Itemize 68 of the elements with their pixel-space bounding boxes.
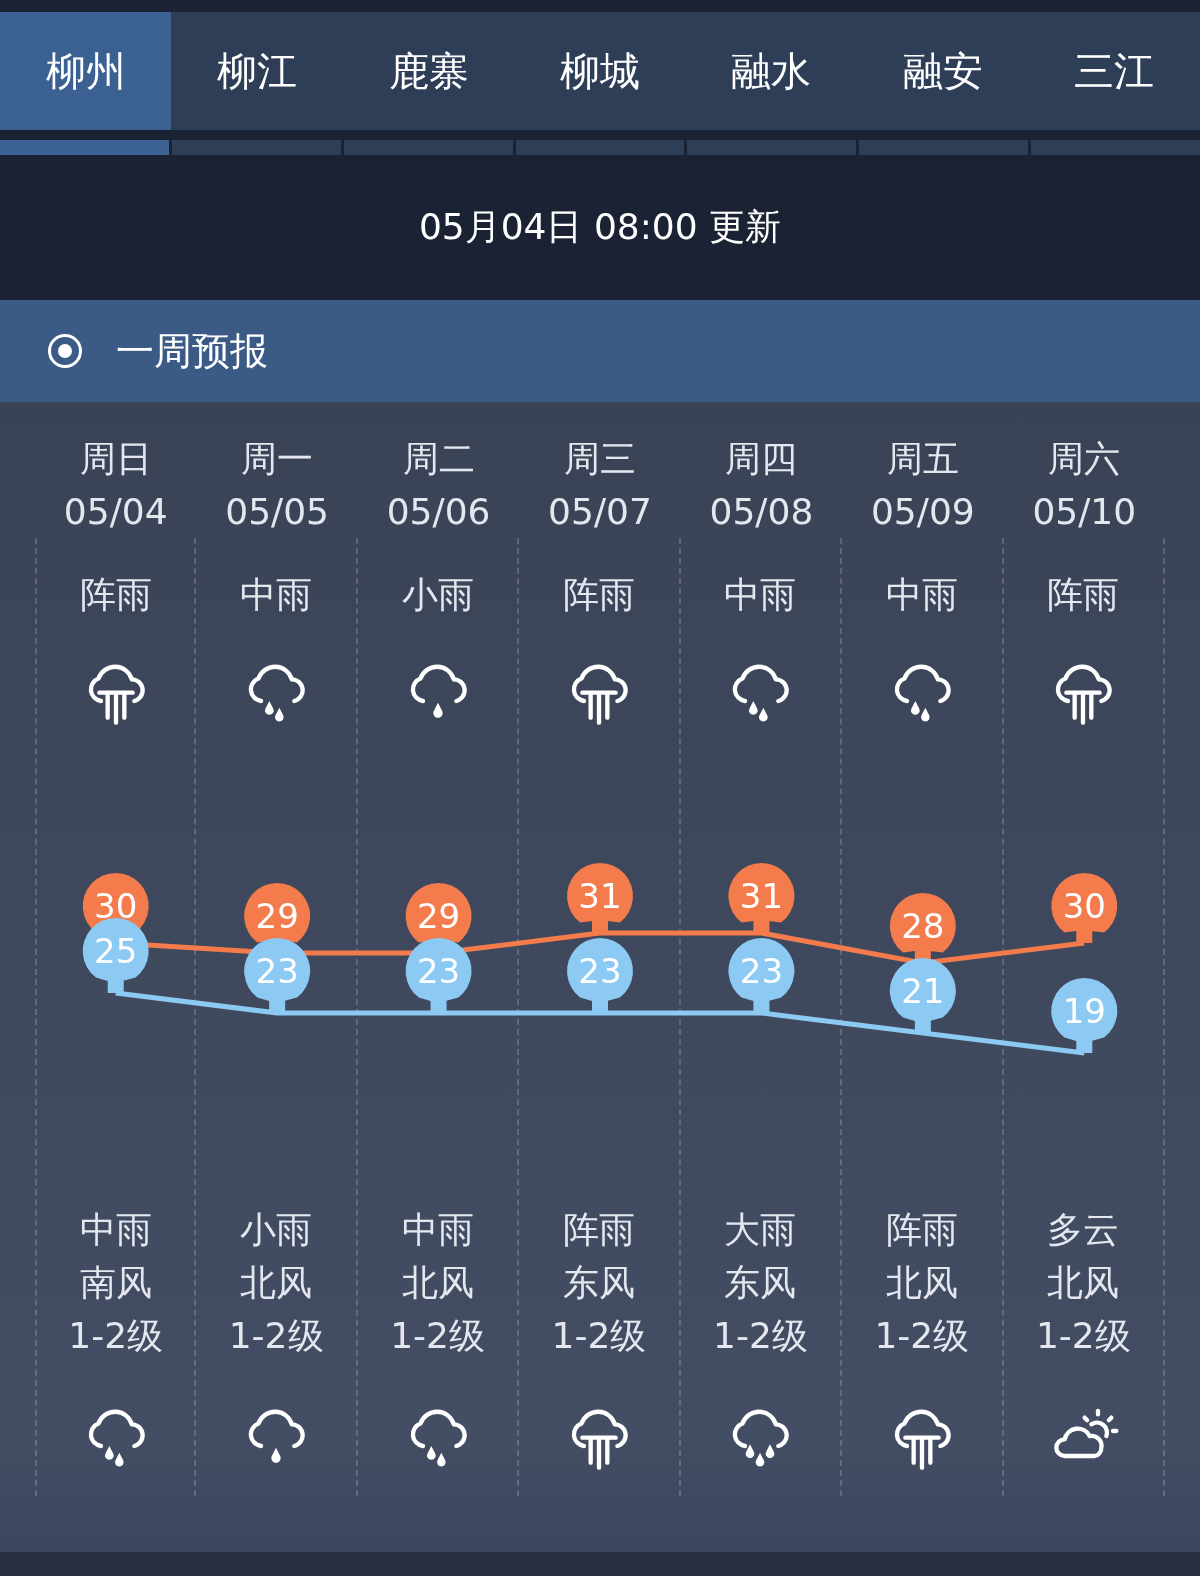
temperature-label: 23 [739,951,784,991]
temperature-pin [1051,873,1118,943]
night-weather: 阵雨 [563,1208,635,1252]
temperature-label: 23 [578,951,622,991]
wind-level: 1-2级 [1035,1314,1131,1358]
weekday-label: 周一 [241,437,314,481]
night-weather: 大雨 [724,1208,797,1252]
wind-level: 1-2级 [713,1314,808,1358]
wind-direction: 南风 [79,1261,152,1305]
date-label: 05/09 [870,490,975,534]
night-weather: 多云 [1047,1208,1120,1252]
day-weather: 小雨 [401,573,474,617]
city-tab[interactable]: 融安 [857,12,1029,130]
weekday-label: 周四 [725,437,798,481]
day-weather: 阵雨 [563,573,635,617]
temperature-label: 31 [739,876,784,916]
night-weather: 中雨 [79,1208,152,1252]
wind-level: 1-2级 [874,1314,970,1358]
city-tab[interactable]: 柳江 [171,12,343,130]
date-label: 05/08 [709,490,814,534]
weekday-label: 周二 [402,437,475,481]
city-tab[interactable]: 融水 [685,12,858,130]
date-label: 05/05 [225,490,329,534]
night-weather: 中雨 [401,1208,474,1252]
temperature-label: 30 [94,886,138,926]
temperature-label: 28 [901,906,945,946]
night-weather: 小雨 [240,1208,313,1252]
wind-direction: 北风 [1047,1261,1120,1305]
update-time: 05月04日 08:00 更新 [418,205,782,249]
day-weather: 阵雨 [79,573,152,617]
weekday-label: 周三 [564,437,636,481]
date-label: 05/06 [386,490,491,534]
wind-level: 1-2级 [390,1314,485,1358]
wind-direction: 北风 [885,1261,958,1305]
city-tab[interactable]: 柳城 [514,12,686,130]
wind-direction: 北风 [240,1261,313,1305]
day-weather: 中雨 [724,573,797,617]
day-weather: 中雨 [240,573,313,617]
temperature-pin [728,863,795,933]
date-label: 05/10 [1032,490,1137,534]
section-title: 一周预报 [116,327,268,375]
weekday-label: 周五 [886,437,959,481]
temperature-label: 30 [1062,886,1106,926]
temperature-label: 21 [901,971,945,1011]
date-label: 05/04 [63,490,168,534]
temperature-pin [567,863,633,933]
city-tab[interactable]: 三江 [1028,12,1200,130]
wind-level: 1-2级 [551,1314,647,1358]
weekday-label: 周日 [79,437,152,481]
city-tab[interactable]: 鹿寨 [342,12,515,130]
temperature-label: 23 [416,951,461,991]
temperature-label: 19 [1062,991,1106,1031]
temperature-label: 23 [255,951,299,991]
temperature-label: 25 [94,931,138,971]
wind-direction: 北风 [401,1261,474,1305]
city-tab[interactable]: 柳州 [0,12,172,130]
wind-level: 1-2级 [68,1314,164,1358]
night-weather: 阵雨 [885,1208,958,1252]
temperature-label: 29 [255,896,299,936]
day-weather: 中雨 [885,573,958,617]
weekday-label: 周六 [1048,437,1121,481]
temperature-label: 29 [416,896,461,936]
wind-direction: 东风 [563,1261,635,1305]
temperature-label: 31 [578,876,622,916]
day-weather: 阵雨 [1047,573,1120,617]
date-label: 05/07 [548,490,652,534]
wind-direction: 东风 [724,1261,797,1305]
wind-level: 1-2级 [228,1314,324,1358]
